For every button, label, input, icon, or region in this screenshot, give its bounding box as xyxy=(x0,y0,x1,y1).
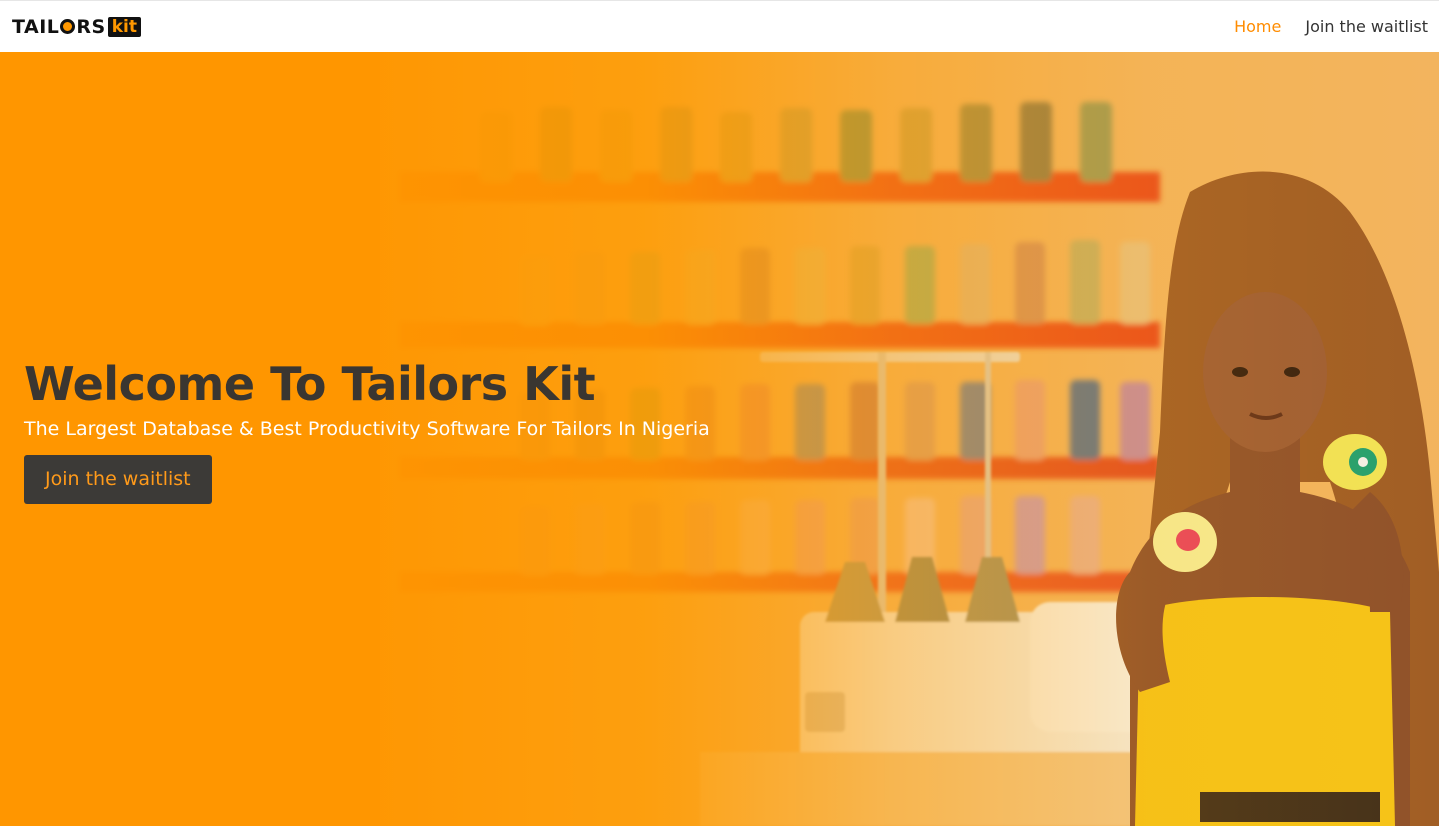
join-waitlist-button[interactable]: Join the waitlist xyxy=(24,455,212,504)
hero-content: Welcome To Tailors Kit The Largest Datab… xyxy=(24,354,710,504)
logo-button-icon xyxy=(60,18,76,34)
logo-wordmark: TAIL RS xyxy=(12,15,106,38)
nav-link-home[interactable]: Home xyxy=(1234,17,1281,36)
hero-subtitle: The Largest Database & Best Productivity… xyxy=(24,418,710,440)
hero-section: Welcome To Tailors Kit The Largest Datab… xyxy=(0,52,1439,826)
nav-links: Home Join the waitlist xyxy=(1210,17,1428,36)
navbar: TAIL RS kit Home Join the waitlist xyxy=(0,0,1439,52)
logo-kit-badge: kit xyxy=(107,16,141,37)
tailors-kit-logo[interactable]: TAIL RS kit xyxy=(12,15,141,38)
hero-title: Welcome To Tailors Kit xyxy=(24,357,596,411)
nav-link-join-waitlist[interactable]: Join the waitlist xyxy=(1305,17,1428,36)
